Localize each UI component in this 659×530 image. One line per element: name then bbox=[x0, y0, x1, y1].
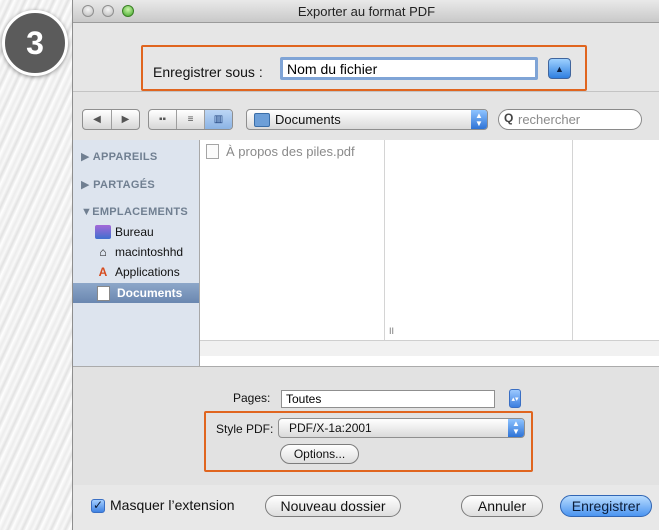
disclosure-triangle-open-icon: ▼ bbox=[81, 206, 93, 218]
location-label: Documents bbox=[275, 112, 341, 127]
column-view-button[interactable]: ▥ bbox=[205, 110, 232, 129]
sidebar-section-shared[interactable]: ▶ PARTAGÉS bbox=[81, 178, 155, 191]
pdf-style-popup[interactable]: PDF/X-1a:2001 ▲ ▼ bbox=[278, 418, 525, 438]
new-folder-button[interactable]: Nouveau dossier bbox=[265, 495, 401, 517]
save-as-label: Enregistrer sous : bbox=[153, 64, 263, 80]
triangle-up-icon: ▲ bbox=[555, 63, 564, 74]
icon-view-button[interactable]: ▪▪ bbox=[149, 110, 177, 129]
file-item[interactable]: À propos des piles.pdf bbox=[206, 144, 355, 159]
sidebar-item-documents[interactable]: Documents bbox=[73, 283, 199, 303]
back-arrow-icon: ◀ bbox=[93, 114, 101, 125]
list-view-icon: ≡ bbox=[187, 114, 194, 125]
window-title: Exporter au format PDF bbox=[297, 4, 436, 19]
home-icon: ⌂ bbox=[99, 245, 107, 259]
sidebar-item-macintoshhd[interactable]: ⌂ macintoshhd bbox=[73, 242, 199, 262]
filename-input[interactable]: Nom du fichier bbox=[280, 57, 538, 80]
sidebar-section-places[interactable]: ▼EMPLACEMENTS bbox=[81, 206, 188, 218]
column-view-icon: ▥ bbox=[213, 114, 224, 125]
checkmark-icon: ✓ bbox=[92, 498, 104, 512]
search-icon: Q bbox=[504, 111, 514, 125]
pdf-document-icon bbox=[206, 144, 219, 159]
sidebar-item-bureau[interactable]: Bureau bbox=[73, 222, 199, 242]
column-resize-handle[interactable]: II bbox=[389, 326, 394, 336]
column-divider bbox=[384, 140, 385, 340]
stepper-arrows-icon: ▴▾ bbox=[511, 395, 519, 403]
back-button[interactable]: ◀ bbox=[83, 110, 112, 129]
search-input[interactable]: Q rechercher bbox=[498, 109, 642, 130]
cancel-button[interactable]: Annuler bbox=[461, 495, 543, 517]
location-popup[interactable]: Documents ▲ ▼ bbox=[246, 109, 488, 130]
pages-stepper[interactable]: ▴▾ bbox=[509, 389, 521, 408]
sidebar-item-applications[interactable]: A Applications bbox=[73, 262, 199, 282]
column-divider bbox=[572, 140, 573, 340]
file-name: À propos des piles.pdf bbox=[226, 144, 355, 159]
export-pdf-dialog: Exporter au format PDF Enregistrer sous … bbox=[72, 0, 659, 530]
document-icon bbox=[97, 285, 110, 301]
title-bar: Exporter au format PDF bbox=[73, 0, 659, 23]
forward-button[interactable]: ▶ bbox=[112, 110, 139, 129]
file-browser: À propos des piles.pdf II bbox=[200, 140, 659, 366]
back-forward-buttons: ◀ ▶ bbox=[82, 109, 140, 130]
applications-icon: A bbox=[98, 265, 108, 279]
step-number-badge: 3 bbox=[2, 10, 68, 76]
list-view-button[interactable]: ≡ bbox=[177, 110, 205, 129]
horizontal-scrollbar[interactable] bbox=[200, 340, 659, 356]
pdf-style-label: Style PDF: bbox=[216, 422, 274, 436]
pdf-style-value: PDF/X-1a:2001 bbox=[289, 421, 372, 435]
forward-arrow-icon: ▶ bbox=[121, 114, 130, 125]
disclosure-triangle-icon: ▶ bbox=[81, 179, 94, 191]
sidebar-section-devices[interactable]: ▶ APPAREILS bbox=[81, 150, 158, 163]
view-mode-buttons: ▪▪ ≡ ▥ bbox=[148, 109, 233, 130]
pages-input[interactable]: Toutes bbox=[281, 390, 495, 408]
search-placeholder: rechercher bbox=[518, 112, 581, 127]
hide-extension-label: Masquer l’extension bbox=[110, 497, 235, 513]
sidebar: ▶ APPAREILS ▶ PARTAGÉS ▼EMPLACEMENTS Bur… bbox=[73, 140, 200, 366]
pages-label: Pages: bbox=[233, 391, 271, 405]
popup-arrows-icon: ▲ ▼ bbox=[508, 419, 524, 437]
folder-icon bbox=[254, 113, 270, 127]
save-button[interactable]: Enregistrer bbox=[560, 495, 652, 517]
icon-view-icon: ▪▪ bbox=[158, 114, 167, 125]
options-button[interactable]: Options... bbox=[280, 444, 359, 464]
desktop-icon bbox=[95, 225, 111, 239]
popup-arrows-icon: ▲ ▼ bbox=[471, 110, 487, 129]
disclosure-triangle-icon: ▶ bbox=[81, 151, 93, 163]
hide-extension-checkbox[interactable]: ✓ bbox=[91, 499, 105, 513]
expand-dialog-button[interactable]: ▲ bbox=[548, 58, 571, 79]
